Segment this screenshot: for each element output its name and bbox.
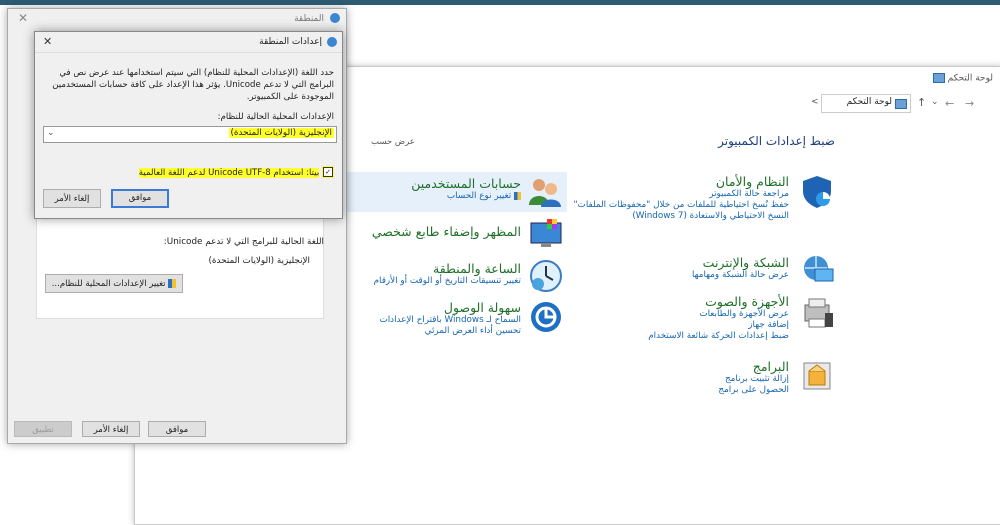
page-title: ضبط إعدادات الكمبيوتر (718, 134, 835, 148)
checkmark-icon: ✓ (323, 167, 333, 177)
link-file-history[interactable]: حفظ نُسخ احتياطية للملفات من خلال "محفوظ… (569, 200, 790, 211)
address-cp-icon (895, 99, 907, 109)
link-network-status[interactable]: عرض حالة الشبكة ومهامها (569, 270, 789, 281)
link-review-status[interactable]: مراجعة حالة الكمبيوتر (569, 189, 789, 200)
address-chevron-icon[interactable]: < (811, 97, 819, 107)
system-security-icon[interactable] (799, 173, 835, 212)
close-icon[interactable]: ✕ (18, 11, 28, 25)
link-devices-printers[interactable]: عرض الأجهزة والطابعات (569, 309, 789, 320)
address-text: لوحة التحكم (846, 97, 892, 107)
current-language-value: الإنجليزية (الولايات المتحدة) (208, 256, 311, 266)
locale-select[interactable]: ⌄ الإنجليزية (الولايات المتحدة) (43, 126, 337, 143)
top-accent-bar (0, 0, 1000, 5)
ease-of-access-icon[interactable] (529, 300, 563, 337)
category-programs[interactable]: البرامج (569, 359, 789, 374)
link-get-programs[interactable]: الحصول على برامج (569, 385, 789, 396)
shield-uac-icon (168, 279, 177, 288)
control-panel-icon (932, 73, 945, 83)
current-locale-label: الإعدادات المحلية الحالية للنظام: (217, 112, 334, 122)
recent-pages-button[interactable]: ⌄ (931, 97, 939, 107)
link-add-device[interactable]: إضافة جهاز (569, 320, 789, 331)
link-backup-restore[interactable]: النسخ الاحتياطي والاستعادة (Windows 7) (569, 211, 789, 222)
category-appearance[interactable]: المظهر وإضفاء طابع شخصي (321, 224, 521, 239)
programs-icon[interactable] (801, 359, 833, 396)
network-internet-icon[interactable] (801, 253, 835, 290)
up-button[interactable]: ↑ (917, 96, 926, 109)
region-apply-button: تطبيق (14, 421, 72, 437)
appearance-icon[interactable] (529, 217, 563, 254)
globe-icon (330, 13, 340, 23)
change-system-locale-button[interactable]: تغيير الإعدادات المحلية للنظام... (45, 274, 183, 293)
utf8-beta-label: بيتا: استخدام Unicode UTF-8 لدعم اللغة ا… (138, 167, 320, 178)
settings-cancel-button[interactable]: إلغاء الأمر (43, 189, 101, 208)
region-ok-button[interactable]: موافق (148, 421, 206, 437)
link-uninstall-program[interactable]: إزالة تثبيت برنامج (569, 374, 789, 385)
category-network-internet[interactable]: الشبكة والإنترنت (569, 255, 789, 270)
utf8-beta-row[interactable]: ✓ بيتا: استخدام Unicode UTF-8 لدعم اللغة… (42, 166, 334, 178)
back-button[interactable]: → (965, 97, 974, 110)
region-settings-dialog: إعدادات المنطقة ✕ حدد اللغة (الإعدادات ا… (34, 31, 343, 219)
chevron-down-icon: ⌄ (47, 128, 55, 138)
category-clock-region[interactable]: الساعة والمنطقة (321, 261, 521, 276)
region-cancel-button[interactable]: إلغاء الأمر (82, 421, 140, 437)
forward-button[interactable]: ← (945, 97, 954, 110)
utf8-checkbox[interactable]: ✓ (322, 166, 334, 178)
view-by-label[interactable]: عرض حسب (371, 137, 415, 147)
settings-ok-button[interactable]: موافق (111, 189, 169, 208)
link-windows-suggest[interactable]: السماح لـ Windows باقتراح الإعدادات (321, 315, 521, 326)
category-system-security[interactable]: النظام والأمان (569, 174, 789, 189)
user-accounts-icon[interactable] (527, 175, 563, 212)
link-mobility-settings[interactable]: ضبط إعدادات الحركة شائعة الاستخدام (569, 331, 789, 342)
clock-region-icon[interactable] (529, 259, 563, 296)
settings-description: حدد اللغة (الإعدادات المحلية للنظام) الت… (52, 68, 334, 102)
close-icon[interactable]: ✕ (43, 35, 52, 48)
category-ease-of-access[interactable]: سهولة الوصول (321, 300, 521, 315)
link-change-account-type[interactable]: تغيير نوع الحساب (321, 191, 521, 202)
category-user-accounts[interactable]: حسابات المستخدمين (321, 176, 521, 191)
category-hardware-sound[interactable]: الأجهزة والصوت (569, 294, 789, 309)
region-dialog-title: المنطقة (294, 14, 324, 24)
title-divider (35, 52, 342, 53)
window-title: لوحة التحكم (930, 73, 993, 84)
link-optimize-display[interactable]: تحسين أداء العرض المرئي (321, 326, 521, 337)
locale-selected-value: الإنجليزية (الولايات المتحدة) (228, 128, 334, 138)
link-change-formats[interactable]: تغيير تنسيقات التاريخ أو الوقت أو الأرقا… (321, 276, 521, 287)
shield-uac-icon (514, 191, 521, 200)
globe-icon (327, 37, 337, 47)
address-bar[interactable]: لوحة التحكم (821, 94, 911, 113)
current-language-label: اللغة الحالية للبرامج التي لا تدعم Unico… (163, 237, 324, 247)
hardware-sound-icon[interactable] (799, 295, 835, 334)
settings-dialog-title: إعدادات المنطقة (259, 37, 322, 47)
